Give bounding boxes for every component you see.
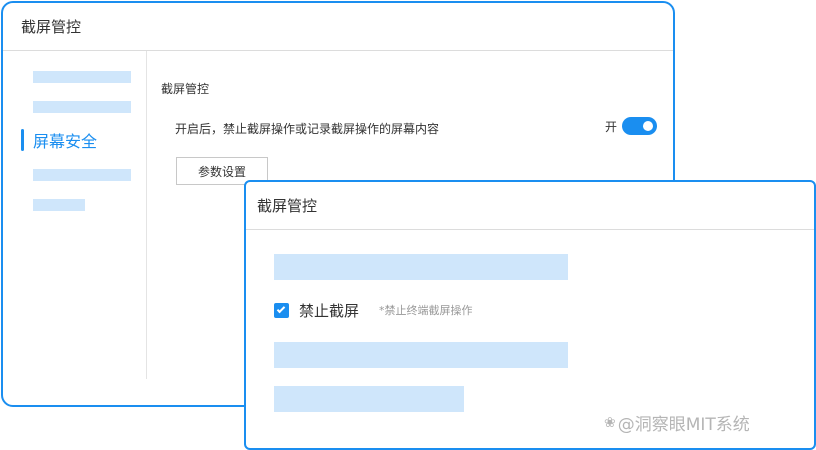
option-placeholder-3	[274, 386, 464, 412]
window-title-bar: 截屏管控	[3, 3, 673, 51]
sidebar: 屏幕安全	[3, 51, 147, 379]
watermark: ❀ @洞察眼MIT系统	[604, 410, 750, 436]
sidebar-item-label: 屏幕安全	[33, 132, 98, 151]
paw-icon: ❀	[604, 414, 616, 431]
option-placeholder-1	[274, 254, 568, 280]
toggle-knob	[643, 121, 654, 131]
sidebar-item-placeholder-3[interactable]	[33, 169, 131, 181]
section-title: 截屏管控	[161, 82, 210, 96]
dialog-title-bar: 截屏管控	[246, 182, 814, 230]
toggle-label: 开	[605, 119, 618, 134]
option-placeholder-2	[274, 342, 568, 368]
checkbox-hint: *禁止终端截屏操作	[379, 304, 473, 317]
active-indicator	[21, 129, 24, 151]
sidebar-item-placeholder-4[interactable]	[33, 199, 85, 211]
sidebar-item-placeholder-2[interactable]	[33, 101, 131, 113]
disable-screenshot-checkbox[interactable]	[274, 302, 289, 318]
sidebar-item-placeholder-1[interactable]	[33, 71, 131, 83]
setting-description: 开启后，禁止截屏操作或记录截屏操作的屏幕内容	[175, 122, 440, 136]
watermark-text: @洞察眼MIT系统	[617, 415, 750, 435]
sidebar-item-screen-security[interactable]: 屏幕安全	[21, 129, 97, 151]
screenshot-toggle-group: 开	[605, 117, 658, 135]
screenshot-toggle[interactable]	[622, 117, 658, 135]
checkmark-icon	[276, 304, 286, 313]
window-title: 截屏管控	[21, 18, 82, 36]
checkbox-label[interactable]: 禁止截屏	[299, 300, 359, 321]
dialog-title: 截屏管控	[257, 197, 318, 215]
disable-screenshot-option: 禁止截屏 *禁止终端截屏操作	[274, 300, 473, 320]
